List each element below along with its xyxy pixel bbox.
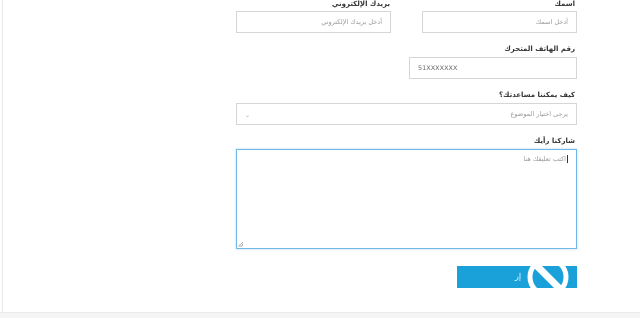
topic-label: كيف يمكننا مساعدتك؟ xyxy=(499,91,575,99)
topic-select-value: يرجى اختيار الموضوع xyxy=(510,110,569,118)
page-footer-strip xyxy=(0,312,640,318)
phone-label: رقم الهاتف المتحرك xyxy=(504,45,575,53)
phone-input[interactable]: 51XXXXXXX xyxy=(409,57,577,79)
comment-placeholder: اكتب تعليقك هنا xyxy=(523,155,566,163)
chevron-down-icon: ⌄ xyxy=(245,112,251,119)
email-input[interactable]: أدخل بريدك الإلكتروني xyxy=(236,11,391,33)
text-caret xyxy=(567,155,568,163)
loading-spinner-icon xyxy=(527,262,569,292)
comment-label: شاركنا رأيك xyxy=(533,137,575,145)
resize-handle[interactable] xyxy=(238,242,243,247)
email-label: بريدك الإلكتروني xyxy=(331,0,390,8)
name-label: اسمك xyxy=(554,0,576,8)
topic-select[interactable]: يرجى اختيار الموضوع ⌄ xyxy=(236,103,577,125)
page-frame-left xyxy=(2,0,3,317)
comment-textarea[interactable]: اكتب تعليقك هنا xyxy=(236,149,577,249)
name-input[interactable]: أدخل اسمك xyxy=(422,11,577,33)
